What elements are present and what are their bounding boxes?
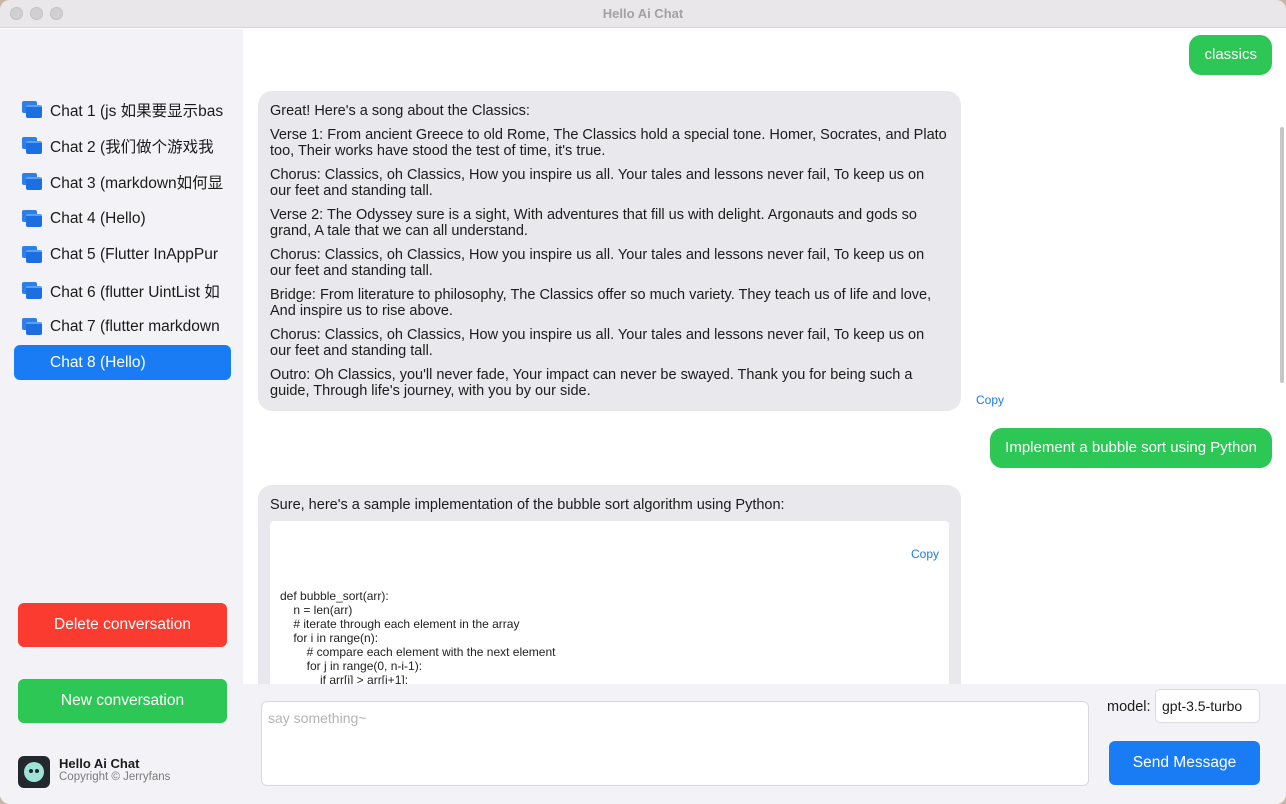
scrollbar[interactable]: [1280, 127, 1284, 383]
sidebar-item-label: Chat 2 (我们做个游戏我: [50, 138, 214, 156]
window-title: Hello Ai Chat: [602, 6, 684, 21]
sidebar-item-chat-8[interactable]: Chat 8 (Hello): [14, 345, 231, 380]
message-paragraph: Bridge: From literature to philosophy, T…: [270, 287, 932, 319]
sidebar-item-chat-3[interactable]: Chat 3 (markdown如何显: [14, 164, 231, 199]
sidebar-item-chat-4[interactable]: Chat 4 (Hello): [14, 201, 231, 236]
message-paragraph: Chorus: Classics, oh Classics, How you i…: [270, 327, 925, 359]
new-conversation-button[interactable]: New conversation: [18, 679, 227, 723]
user-message: classics: [1189, 35, 1272, 75]
sidebar-item-label: Chat 1 (js 如果要显示bas: [50, 102, 224, 120]
sidebar-item-chat-1[interactable]: Chat 1 (js 如果要显示bas: [14, 92, 231, 127]
model-field[interactable]: [1155, 689, 1260, 723]
user-message: Implement a bubble sort using Python: [990, 428, 1272, 468]
code-text: def bubble_sort(arr): n = len(arr) # ite…: [280, 589, 556, 684]
message-paragraph: Verse 2: The Odyssey sure is a sight, Wi…: [270, 207, 917, 239]
sidebar-item-label: Chat 7 (flutter markdown: [50, 317, 220, 335]
sidebar-item-chat-6[interactable]: Chat 6 (flutter UintList 如: [14, 273, 231, 308]
app-window: Hello Ai Chat Chat 1 (js 如果要显示bas Chat 2…: [0, 0, 1286, 804]
sidebar-item-chat-5[interactable]: Chat 5 (Flutter InAppPur: [14, 237, 231, 272]
copyright-text: Copyright © Jerryfans: [59, 771, 171, 783]
composer: model: Send Message: [243, 684, 1286, 804]
message-paragraph: Outro: Oh Classics, you'll never fade, Y…: [270, 367, 913, 399]
message-paragraph: Chorus: Classics, oh Classics, How you i…: [270, 167, 925, 199]
copy-code-button[interactable]: Copy: [911, 547, 939, 561]
chat-icon: [22, 173, 42, 190]
message-paragraph: Chorus: Classics, oh Classics, How you i…: [270, 247, 925, 279]
chat-icon: [22, 318, 42, 335]
robot-face-icon: [24, 762, 44, 782]
app-logo: [18, 756, 50, 788]
app-name: Hello Ai Chat: [59, 756, 140, 771]
sidebar: Chat 1 (js 如果要显示bas Chat 2 (我们做个游戏我 Chat…: [0, 29, 243, 804]
sidebar-item-chat-7[interactable]: Chat 7 (flutter markdown: [14, 309, 231, 344]
message-paragraph: Verse 1: From ancient Greece to old Rome…: [270, 127, 947, 159]
message-input[interactable]: [261, 701, 1089, 786]
copy-message-button[interactable]: Copy: [976, 393, 1004, 407]
message-paragraph: Sure, here's a sample implementation of …: [270, 497, 785, 513]
chat-icon: [22, 137, 42, 154]
send-message-button[interactable]: Send Message: [1109, 741, 1260, 785]
chat-icon: [22, 210, 42, 227]
sidebar-item-label: Chat 5 (Flutter InAppPur: [50, 245, 218, 263]
chat-icon: [22, 282, 42, 299]
message-list[interactable]: classics Great! Here's a song about the …: [243, 29, 1286, 684]
model-label: model:: [1107, 699, 1151, 715]
message-paragraph: Great! Here's a song about the Classics:: [270, 103, 530, 119]
sidebar-item-label: Chat 3 (markdown如何显: [50, 174, 224, 192]
sidebar-item-label: Chat 8 (Hello): [50, 353, 146, 371]
chat-icon: [22, 246, 42, 263]
delete-conversation-button[interactable]: Delete conversation: [18, 603, 227, 647]
assistant-message: Great! Here's a song about the Classics:…: [258, 91, 961, 411]
title-bar: Hello Ai Chat: [0, 0, 1286, 28]
sidebar-item-label: Chat 6 (flutter UintList 如: [50, 283, 220, 301]
code-block: Copy def bubble_sort(arr): n = len(arr) …: [270, 521, 949, 684]
assistant-message: Sure, here's a sample implementation of …: [258, 485, 961, 684]
sidebar-item-label: Chat 4 (Hello): [50, 209, 146, 227]
sidebar-item-chat-2[interactable]: Chat 2 (我们做个游戏我: [14, 128, 231, 163]
chat-icon: [22, 101, 42, 118]
